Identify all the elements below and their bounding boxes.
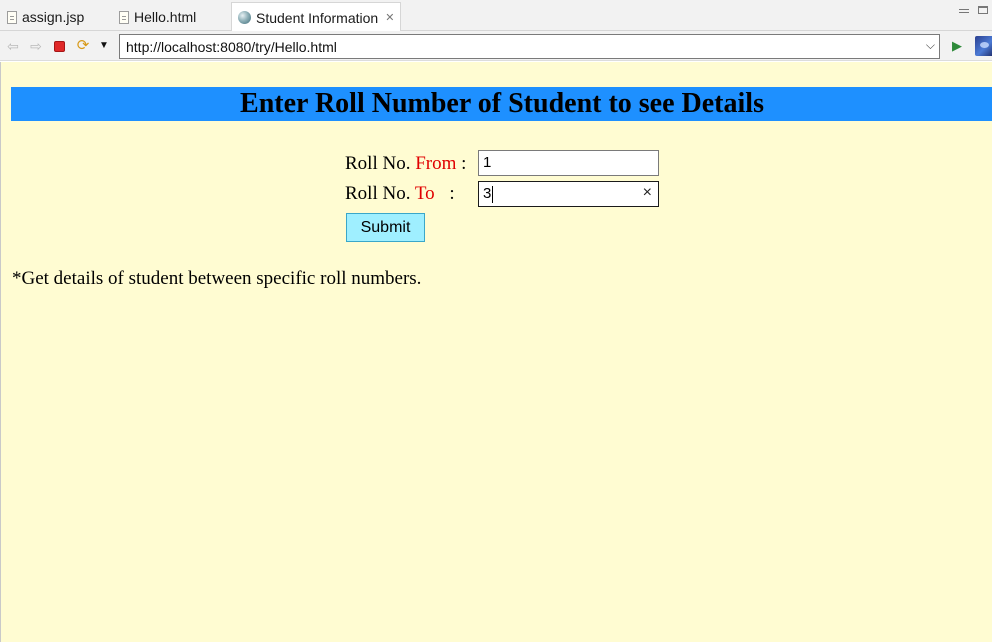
tab-hello-html[interactable]: Hello.html (119, 3, 196, 31)
label-colon: : (461, 153, 467, 174)
chevron-down-icon[interactable]: ⌵ (926, 38, 935, 53)
roll-to-input[interactable]: 3 × (478, 181, 659, 207)
tab-label: Student Information (256, 9, 379, 26)
helper-note: *Get details of student between specific… (12, 268, 422, 289)
stop-icon[interactable] (51, 37, 69, 55)
submit-button[interactable]: Submit (346, 213, 425, 242)
file-icon (119, 10, 129, 24)
file-icon (7, 10, 17, 24)
text-caret (492, 186, 493, 203)
dropdown-triangle-icon[interactable]: ▼ (95, 37, 113, 55)
tab-assign-jsp[interactable]: assign.jsp (7, 3, 84, 31)
minimize-icon[interactable] (959, 6, 969, 14)
refresh-icon[interactable]: ⟳ (74, 37, 92, 55)
url-input[interactable]: http://localhost:8080/try/Hello.html ⌵ (119, 34, 940, 59)
roll-to-label: Roll No. To : (345, 183, 455, 205)
page-heading: Enter Roll Number of Student to see Deta… (11, 87, 992, 121)
label-keyword-from: From (415, 153, 457, 174)
browser-toolbar: ⇦ ⇨ ⟳ ▼ http://localhost:8080/try/Hello.… (0, 31, 992, 61)
roll-from-input[interactable]: 1 (478, 150, 659, 176)
forward-arrow-icon[interactable]: ⇨ (27, 37, 45, 55)
back-arrow-icon[interactable]: ⇦ (4, 37, 22, 55)
go-play-icon[interactable]: ▶ (948, 37, 966, 55)
tab-student-information[interactable]: Student Information ✕ (231, 2, 402, 32)
label-prefix: Roll No. (345, 153, 411, 174)
roll-from-value: 1 (483, 154, 492, 171)
editor-tab-bar: assign.jsp Hello.html Student Informatio… (0, 0, 992, 32)
url-text: http://localhost:8080/try/Hello.html (126, 39, 337, 55)
eclipse-browser-icon[interactable] (975, 36, 992, 56)
label-prefix: Roll No. (345, 183, 411, 204)
page-content: Enter Roll Number of Student to see Deta… (0, 62, 992, 642)
roll-from-label: Roll No. From : (345, 153, 466, 175)
maximize-icon[interactable] (978, 6, 988, 14)
close-tab-icon[interactable]: ✕ (385, 11, 394, 24)
label-colon: : (449, 183, 455, 204)
label-keyword-to: To (414, 183, 435, 204)
tab-label: assign.jsp (22, 9, 85, 25)
globe-icon (238, 11, 251, 24)
tab-label: Hello.html (134, 9, 197, 25)
roll-to-value: 3 (483, 185, 492, 202)
clear-icon[interactable]: × (643, 184, 652, 202)
